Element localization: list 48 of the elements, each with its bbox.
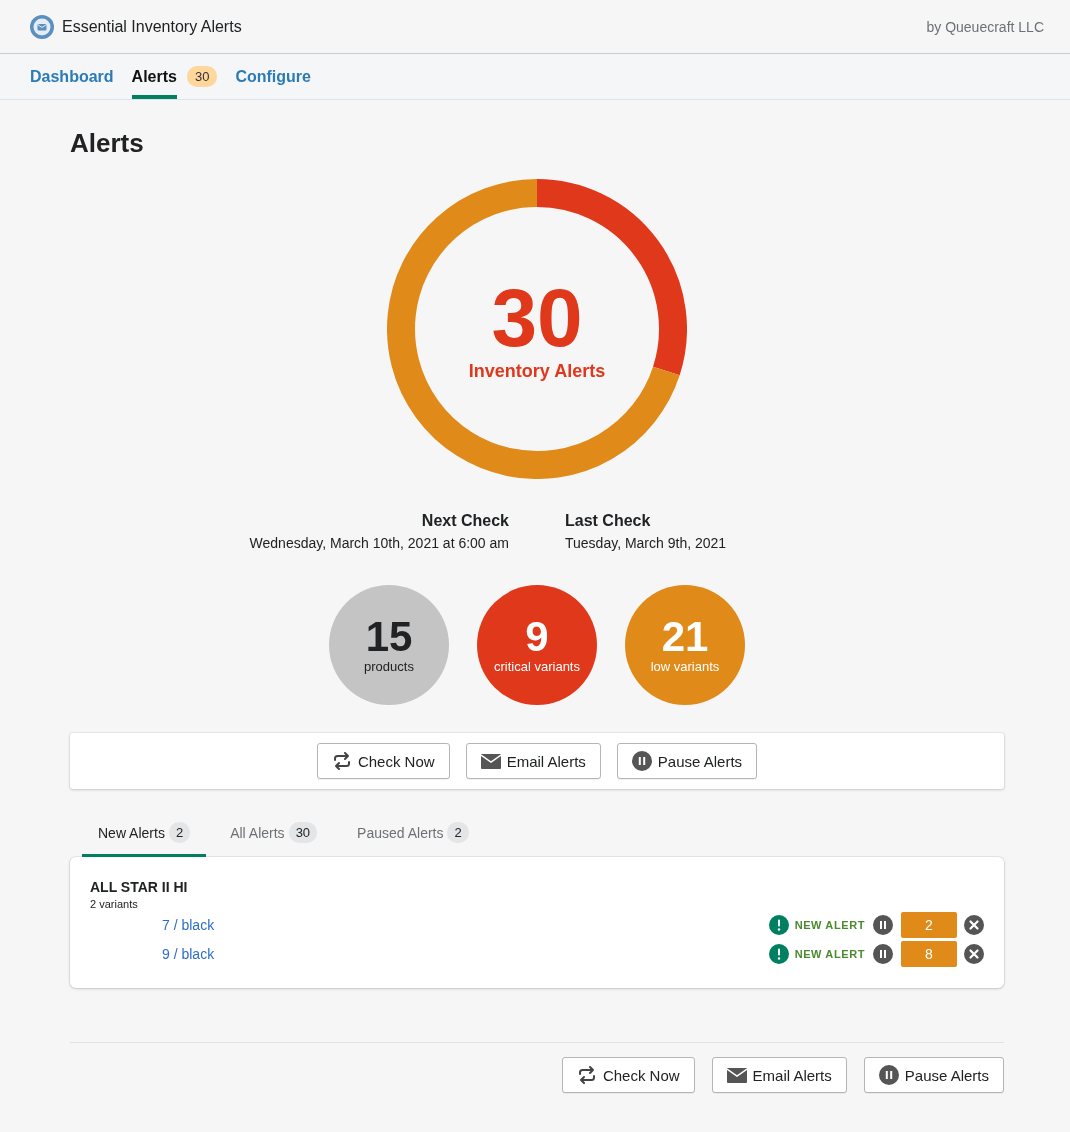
action-button[interactable]: Pause Alerts — [863, 1057, 1004, 1093]
pause-icon[interactable] — [873, 914, 893, 935]
stat-value: 21 — [661, 616, 709, 658]
pause-icon[interactable] — [873, 943, 893, 964]
action-button[interactable]: Email Alerts — [711, 1057, 847, 1093]
action-button[interactable]: Email Alerts — [465, 743, 601, 779]
check-label: Next Check — [421, 512, 509, 530]
variant-link[interactable]: 9 / black — [162, 945, 769, 962]
action-button[interactable]: Pause Alerts — [616, 743, 758, 779]
app-title: Essential Inventory Alerts — [62, 17, 242, 36]
alert-tab[interactable]: All Alerts 30 — [214, 815, 334, 857]
envelope-icon — [480, 753, 501, 769]
check-date: Tuesday, March 9th, 2021 — [565, 535, 728, 551]
stat-value: 9 — [525, 616, 549, 658]
envelope-icon — [726, 1067, 747, 1083]
count-badge: 30 — [186, 66, 218, 87]
app-logo-icon — [30, 14, 54, 39]
check-label: Last Check — [565, 512, 652, 530]
quantity-badge: 8 — [901, 940, 957, 967]
pause-icon — [631, 751, 652, 771]
vendor-name: by Queuecraft LLC — [926, 18, 1044, 35]
close-icon[interactable] — [964, 914, 984, 935]
check-date: Wednesday, March 10th, 2021 at 6:00 am — [249, 535, 509, 551]
stat-label: products — [364, 659, 414, 674]
variant-link[interactable]: 7 / black — [162, 916, 769, 933]
status-label: NEW ALERT — [794, 947, 865, 960]
action-button[interactable]: Check Now — [316, 743, 450, 779]
stat-value: 15 — [365, 616, 413, 658]
alert-icon — [768, 943, 789, 964]
refresh-icon — [576, 1066, 597, 1084]
variant-count: 2 variants — [90, 898, 139, 910]
stat-label: critical variants — [494, 659, 580, 674]
stat-label: low variants — [650, 659, 720, 674]
close-icon[interactable] — [964, 943, 984, 964]
alert-tab[interactable]: Paused Alerts 2 — [341, 815, 485, 857]
nav-tab[interactable]: Dashboard — [30, 54, 114, 99]
nav-tab[interactable]: Configure — [235, 54, 311, 99]
page-title: Alerts — [70, 128, 145, 160]
action-button[interactable]: Check Now — [561, 1057, 695, 1093]
alert-caption: Inventory Alerts — [468, 360, 606, 382]
pause-icon — [878, 1065, 899, 1085]
alert-total: 30 — [491, 276, 583, 359]
nav-tab[interactable]: Alerts — [131, 54, 177, 99]
quantity-badge: 2 — [901, 911, 957, 938]
product-name: ALL STAR II HI — [90, 879, 189, 895]
refresh-icon — [331, 752, 352, 770]
status-label: NEW ALERT — [794, 918, 865, 931]
alert-icon — [768, 914, 789, 935]
